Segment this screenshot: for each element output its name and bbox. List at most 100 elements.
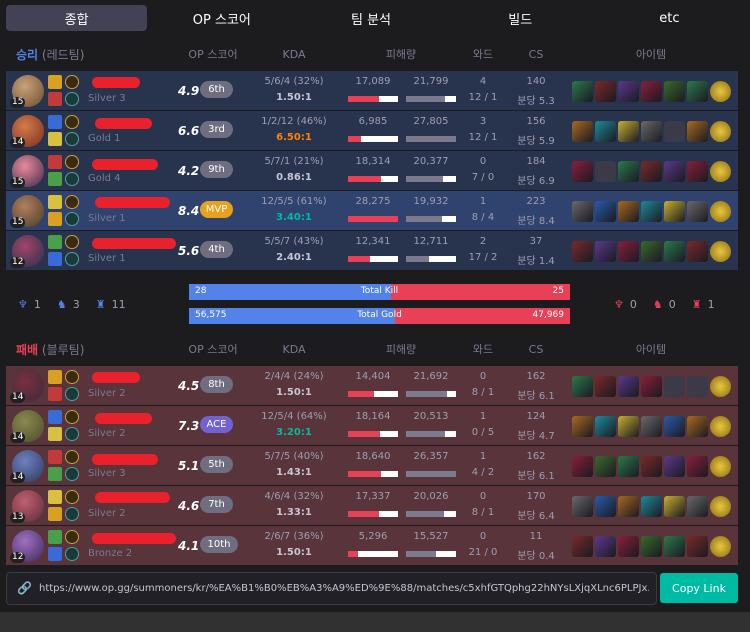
keystone-rune-icon[interactable] [65,115,79,129]
summoner-spell-icon[interactable] [48,410,62,424]
item-icon[interactable] [572,496,593,517]
item-icon[interactable] [572,121,593,142]
item-icon[interactable] [595,81,616,102]
keystone-rune-icon[interactable] [65,370,79,384]
player-row[interactable]: 12 Silver 1 5.6 4th 5/5/7 (43%) 2.40:1 1… [6,231,738,271]
item-icon[interactable] [687,81,708,102]
summoner-spell-icon[interactable] [48,547,62,561]
trinket-icon[interactable] [710,161,731,182]
player-row[interactable]: 13 Silver 2 4.6 7th 4/6/4 (32%) 1.33:1 1… [6,486,738,526]
item-icon[interactable] [687,496,708,517]
keystone-rune-icon[interactable] [65,155,79,169]
summoner-spell-icon[interactable] [48,490,62,504]
tab-overview[interactable]: 종합 [6,5,148,31]
summoner-spell-icon[interactable] [48,507,62,521]
item-icon[interactable] [618,81,639,102]
item-icon[interactable] [687,536,708,557]
player-row[interactable]: 15 Silver 3 4.9 6th 5/6/4 (32%) 1.50:1 1… [6,71,738,111]
item-icon[interactable] [572,416,593,437]
item-icon[interactable] [687,456,708,477]
summoner-spell-icon[interactable] [48,387,62,401]
player-row[interactable]: 14 Silver 3 5.1 5th 5/7/5 (40%) 1.43:1 1… [6,446,738,486]
summoner-spell-icon[interactable] [48,450,62,464]
keystone-rune-icon[interactable] [65,410,79,424]
secondary-rune-icon[interactable] [65,172,79,186]
item-icon[interactable] [595,536,616,557]
tab-build[interactable]: 빌드 [446,5,595,31]
item-icon[interactable] [641,201,662,222]
summoner-spell-icon[interactable] [48,172,62,186]
trinket-icon[interactable] [710,241,731,262]
secondary-rune-icon[interactable] [65,507,79,521]
item-icon[interactable] [572,536,593,557]
item-icon[interactable] [664,241,685,262]
item-icon[interactable] [641,376,662,397]
summoner-spell-icon[interactable] [48,92,62,106]
trinket-icon[interactable] [710,416,731,437]
keystone-rune-icon[interactable] [65,75,79,89]
player-row[interactable]: 14 Gold 1 6.6 3rd 1/2/12 (46%) 6.50:1 6,… [6,111,738,151]
keystone-rune-icon[interactable] [65,490,79,504]
trinket-icon[interactable] [710,81,731,102]
item-icon[interactable] [572,81,593,102]
secondary-rune-icon[interactable] [65,92,79,106]
keystone-rune-icon[interactable] [65,195,79,209]
item-icon[interactable] [595,416,616,437]
summoner-spell-icon[interactable] [48,115,62,129]
item-icon[interactable] [664,416,685,437]
summoner-spell-icon[interactable] [48,75,62,89]
item-icon[interactable] [618,121,639,142]
item-icon[interactable] [664,376,685,397]
item-icon[interactable] [618,456,639,477]
link-url[interactable]: https://www.op.gg/summoners/kr/%EA%B1%B0… [39,583,649,594]
trinket-icon[interactable] [710,496,731,517]
item-icon[interactable] [618,241,639,262]
secondary-rune-icon[interactable] [65,252,79,266]
summoner-spell-icon[interactable] [48,195,62,209]
trinket-icon[interactable] [710,456,731,477]
item-icon[interactable] [572,456,593,477]
tab-team-analysis[interactable]: 팀 분석 [296,5,445,31]
item-icon[interactable] [595,241,616,262]
secondary-rune-icon[interactable] [65,547,79,561]
item-icon[interactable] [664,121,685,142]
summoner-spell-icon[interactable] [48,212,62,226]
link-field[interactable]: 🔗 https://www.op.gg/summoners/kr/%EA%B1%… [6,572,657,605]
item-icon[interactable] [595,456,616,477]
item-icon[interactable] [572,376,593,397]
item-icon[interactable] [687,241,708,262]
item-icon[interactable] [664,536,685,557]
item-icon[interactable] [641,241,662,262]
item-icon[interactable] [572,201,593,222]
item-icon[interactable] [595,496,616,517]
item-icon[interactable] [687,376,708,397]
item-icon[interactable] [572,241,593,262]
item-icon[interactable] [664,161,685,182]
item-icon[interactable] [595,121,616,142]
secondary-rune-icon[interactable] [65,387,79,401]
item-icon[interactable] [595,161,616,182]
item-icon[interactable] [641,416,662,437]
trinket-icon[interactable] [710,201,731,222]
keystone-rune-icon[interactable] [65,450,79,464]
trinket-icon[interactable] [710,121,731,142]
item-icon[interactable] [595,376,616,397]
summoner-spell-icon[interactable] [48,235,62,249]
tab-etc[interactable]: etc [595,5,744,31]
item-icon[interactable] [618,416,639,437]
item-icon[interactable] [618,376,639,397]
item-icon[interactable] [687,121,708,142]
summoner-spell-icon[interactable] [48,252,62,266]
secondary-rune-icon[interactable] [65,212,79,226]
item-icon[interactable] [664,496,685,517]
item-icon[interactable] [641,121,662,142]
item-icon[interactable] [687,201,708,222]
summoner-spell-icon[interactable] [48,467,62,481]
summoner-spell-icon[interactable] [48,155,62,169]
secondary-rune-icon[interactable] [65,427,79,441]
summoner-spell-icon[interactable] [48,132,62,146]
item-icon[interactable] [687,161,708,182]
item-icon[interactable] [687,416,708,437]
player-row[interactable]: 15 Silver 1 8.4 MVP 12/5/5 (61%) 3.40:1 … [6,191,738,231]
item-icon[interactable] [641,496,662,517]
